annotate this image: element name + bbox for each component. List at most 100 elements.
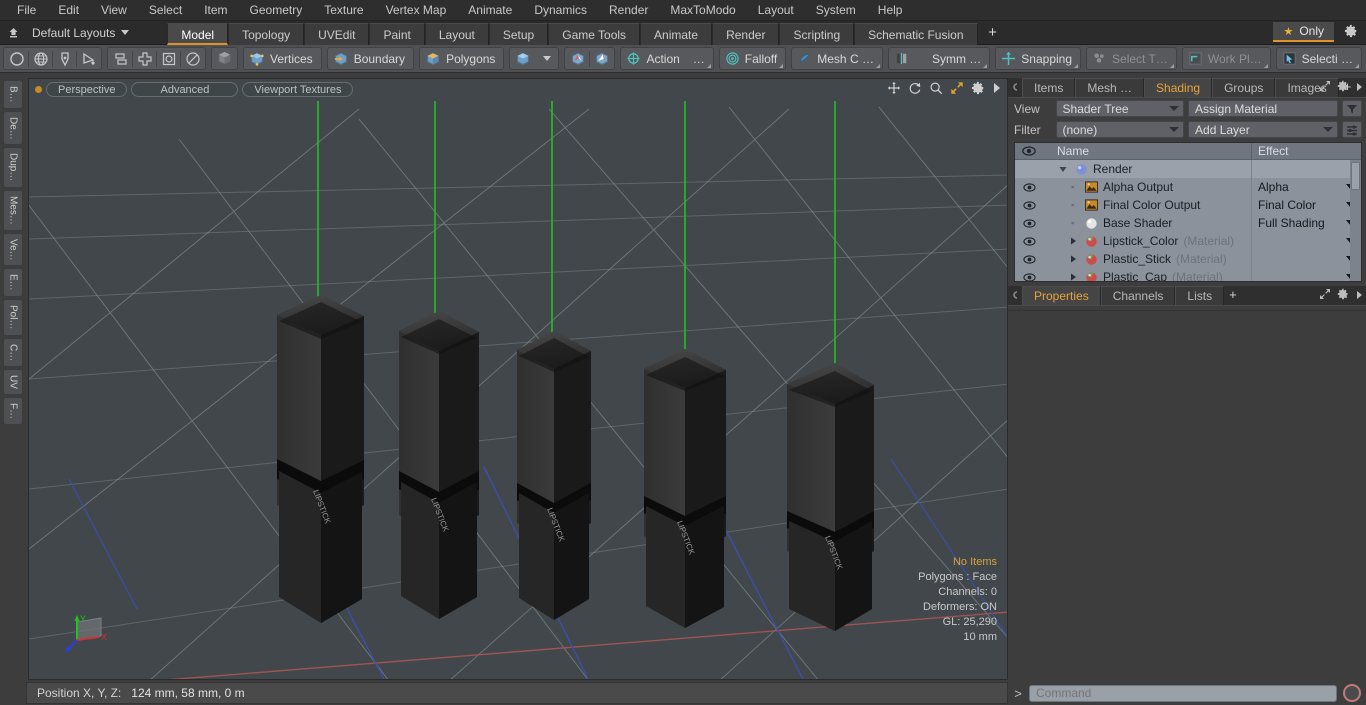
gear-icon[interactable] bbox=[1337, 80, 1349, 95]
shader-layer-name[interactable]: Render bbox=[1043, 162, 1251, 176]
expander-icon[interactable] bbox=[1068, 218, 1080, 228]
viewport-perspective-button[interactable]: Perspective bbox=[46, 81, 128, 97]
layout-tab-render[interactable]: Render bbox=[712, 22, 780, 45]
left-tool-tab-0[interactable]: B… bbox=[3, 80, 23, 109]
fit-icon[interactable] bbox=[950, 81, 964, 95]
shader-layer-name[interactable]: Plastic_Cap (Material) bbox=[1043, 270, 1251, 281]
properties-tab-properties[interactable]: Properties bbox=[1022, 286, 1101, 305]
panel-tab-groups[interactable]: Groups bbox=[1212, 78, 1276, 97]
mirror-icon[interactable] bbox=[109, 48, 132, 69]
chevron-right-icon[interactable] bbox=[1355, 289, 1363, 303]
record-icon[interactable] bbox=[1343, 684, 1361, 702]
left-tool-tab-5[interactable]: E… bbox=[3, 268, 23, 298]
chevron-right-icon[interactable] bbox=[992, 82, 1001, 94]
left-tool-tab-8[interactable]: UV bbox=[3, 368, 23, 395]
expander-icon[interactable] bbox=[1068, 236, 1080, 246]
selection-sets-dropdown[interactable]: Selecti … bbox=[1275, 47, 1362, 70]
shader-tree-row[interactable]: Final Color Output Final Color bbox=[1015, 196, 1361, 214]
menu-item-render[interactable]: Render bbox=[598, 0, 659, 21]
eye-icon[interactable] bbox=[1015, 182, 1043, 192]
default-layouts-dropdown[interactable]: Default Layouts bbox=[26, 26, 135, 40]
panel-tab-mesh[interactable]: Mesh … bbox=[1075, 78, 1145, 97]
panel-tab-items[interactable]: Items bbox=[1022, 78, 1076, 97]
panel-handle-icon[interactable] bbox=[1008, 285, 1022, 305]
layout-tab-topology[interactable]: Topology bbox=[228, 22, 305, 45]
expander-icon[interactable] bbox=[1068, 254, 1080, 264]
menu-item-help[interactable]: Help bbox=[867, 0, 914, 21]
center-icon[interactable] bbox=[157, 48, 180, 69]
gear-icon[interactable] bbox=[971, 81, 985, 95]
action-center-dropdown[interactable]: Action … bbox=[620, 47, 714, 70]
radial-icon[interactable] bbox=[181, 48, 204, 69]
shader-tree-scrollbar[interactable] bbox=[1350, 160, 1361, 281]
left-tool-tab-4[interactable]: Ve… bbox=[3, 232, 23, 267]
eye-icon[interactable] bbox=[1015, 200, 1043, 210]
menu-item-system[interactable]: System bbox=[805, 0, 867, 21]
menu-item-geometry[interactable]: Geometry bbox=[239, 0, 314, 21]
add-layer-dropdown[interactable]: Add Layer bbox=[1188, 121, 1339, 138]
shader-tree-row[interactable]: Plastic_Stick (Material) bbox=[1015, 250, 1361, 268]
shader-layer-name[interactable]: Alpha Output bbox=[1043, 180, 1251, 194]
effect-dropdown[interactable]: Final Color bbox=[1251, 196, 1361, 214]
layout-tab-animate[interactable]: Animate bbox=[640, 22, 713, 45]
add-properties-tab-button[interactable]: + bbox=[1224, 286, 1242, 305]
snap-vertex-icon[interactable] bbox=[566, 48, 589, 69]
shader-tree-row[interactable]: Plastic_Cap (Material) bbox=[1015, 268, 1361, 281]
menu-item-file[interactable]: File bbox=[6, 0, 47, 21]
align-icon[interactable] bbox=[133, 48, 156, 69]
eye-icon[interactable] bbox=[1015, 218, 1043, 228]
3d-viewport[interactable]: LIPSTICK LIPSTICK LIPSTICK LIPSTICK LIPS… bbox=[28, 78, 1008, 680]
expander-icon[interactable] bbox=[1058, 164, 1070, 174]
left-tool-tab-1[interactable]: De… bbox=[3, 110, 23, 146]
left-tool-tab-7[interactable]: C… bbox=[3, 337, 23, 367]
add-layout-tab-button[interactable]: + bbox=[978, 22, 1008, 44]
properties-tab-lists[interactable]: Lists bbox=[1175, 286, 1225, 305]
shader-layer-name[interactable]: Base Shader bbox=[1043, 216, 1251, 230]
selection-mode-polygons[interactable]: Polygons bbox=[419, 47, 505, 70]
shader-tree-row[interactable]: Render bbox=[1015, 160, 1361, 178]
eye-icon[interactable] bbox=[1015, 254, 1043, 264]
eye-icon[interactable] bbox=[1015, 272, 1043, 281]
gear-icon[interactable] bbox=[1337, 288, 1349, 303]
eye-icon[interactable] bbox=[1015, 236, 1043, 246]
effect-dropdown[interactable] bbox=[1251, 232, 1361, 250]
globe-icon[interactable] bbox=[29, 48, 52, 69]
shader-tree[interactable]: Name Effect Render Alpha Output Alpha Final… bbox=[1014, 142, 1362, 282]
funnel-icon[interactable] bbox=[1342, 100, 1362, 117]
symmetry-dropdown[interactable]: Symm … bbox=[887, 47, 991, 70]
layout-tab-paint[interactable]: Paint bbox=[369, 22, 425, 45]
menu-item-maxtomodo[interactable]: MaxToModo bbox=[659, 0, 746, 21]
curve-icon[interactable] bbox=[77, 48, 100, 69]
layout-tab-game-tools[interactable]: Game Tools bbox=[548, 22, 641, 45]
select-through-dropdown[interactable]: Select T… bbox=[1086, 47, 1177, 70]
menu-item-edit[interactable]: Edit bbox=[47, 0, 90, 21]
layout-tab-layout[interactable]: Layout bbox=[424, 22, 489, 45]
panel-tab-shading[interactable]: Shading bbox=[1144, 78, 1213, 97]
cube-gray-icon[interactable] bbox=[213, 48, 236, 69]
menu-item-vertex-map[interactable]: Vertex Map bbox=[375, 0, 458, 21]
menu-item-layout[interactable]: Layout bbox=[747, 0, 805, 21]
chevron-right-icon[interactable] bbox=[1355, 81, 1363, 95]
shader-tree-row[interactable]: Alpha Output Alpha bbox=[1015, 178, 1361, 196]
home-icon[interactable] bbox=[0, 26, 26, 39]
element-dropdown-arrow[interactable] bbox=[534, 48, 557, 69]
layout-tab-scripting[interactable]: Scripting bbox=[779, 22, 855, 45]
menu-item-view[interactable]: View bbox=[90, 0, 138, 21]
shader-layer-name[interactable]: Lipstick_Color (Material) bbox=[1043, 234, 1251, 248]
panel-handle-icon[interactable] bbox=[1008, 77, 1022, 97]
left-tool-tab-2[interactable]: Dup… bbox=[3, 147, 23, 188]
only-toggle-button[interactable]: ★ Only bbox=[1273, 22, 1334, 42]
mesh-constraint-dropdown[interactable]: Mesh C … bbox=[791, 47, 883, 70]
move-icon[interactable] bbox=[887, 81, 901, 95]
falloff-dropdown[interactable]: Falloff bbox=[718, 47, 787, 70]
pen-icon[interactable] bbox=[53, 48, 76, 69]
shader-layer-name[interactable]: Plastic_Stick (Material) bbox=[1043, 252, 1251, 266]
shader-tree-row[interactable]: Base Shader Full Shading bbox=[1015, 214, 1361, 232]
expand-icon[interactable] bbox=[1319, 288, 1331, 303]
shader-tree-view-dropdown[interactable]: Shader Tree bbox=[1055, 100, 1185, 117]
snapping-dropdown[interactable]: Snapping bbox=[995, 47, 1082, 70]
zoom-icon[interactable] bbox=[929, 81, 943, 95]
shader-layer-name[interactable]: Final Color Output bbox=[1043, 198, 1251, 212]
layout-tab-uvedit[interactable]: UVEdit bbox=[304, 22, 370, 45]
expander-icon[interactable] bbox=[1068, 200, 1080, 210]
